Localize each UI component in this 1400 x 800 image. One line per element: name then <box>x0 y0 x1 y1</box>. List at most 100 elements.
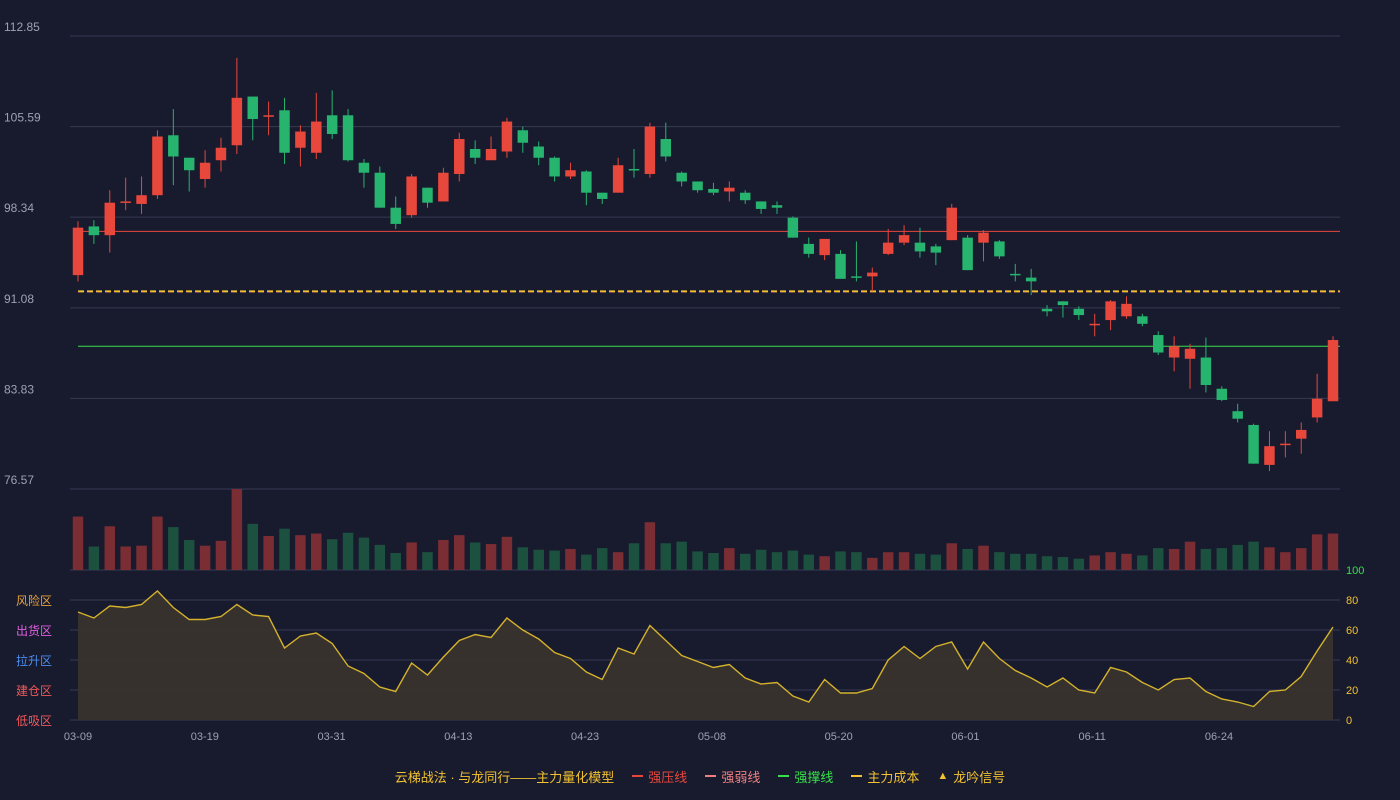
zone-label: 风险区 <box>16 593 52 608</box>
volume-bar <box>1311 534 1323 570</box>
date-tick-label: 04-13 <box>444 731 472 743</box>
candle-body <box>422 187 433 203</box>
candle-body <box>469 149 481 158</box>
volume-bar <box>898 552 910 570</box>
candle-body <box>501 121 513 152</box>
volume-bar <box>1248 541 1259 570</box>
candle-body <box>898 235 910 243</box>
candle-body <box>168 135 179 157</box>
volume-bar <box>1232 544 1243 570</box>
chart-stage: 112.85 105.59 98.34 91.08 83.83 76.57 风险区 出货区 拉升… <box>0 0 1400 800</box>
candle-body <box>1025 277 1037 282</box>
candle-body <box>1216 388 1228 400</box>
candle-body <box>771 205 783 208</box>
candle-body <box>739 192 751 201</box>
volume-bar <box>628 543 640 570</box>
volume-bar <box>835 551 846 570</box>
candle-body <box>136 195 147 204</box>
volume-bar <box>152 516 163 570</box>
volume-bar <box>231 489 243 570</box>
volume-bar <box>803 554 815 570</box>
candle-body <box>199 162 211 179</box>
candle-body <box>676 172 687 182</box>
volume-bar <box>867 557 878 570</box>
volume-bar <box>295 535 306 570</box>
candle-body <box>644 126 656 174</box>
candle-body <box>104 202 116 236</box>
volume-bar <box>1105 552 1116 570</box>
volume-bar <box>771 552 783 570</box>
candle-body <box>374 172 386 208</box>
volume-bar <box>1295 548 1307 570</box>
volume-bar <box>183 540 195 570</box>
candle-body <box>1248 424 1259 464</box>
candle-body <box>215 147 227 161</box>
candle-body <box>994 241 1005 257</box>
candle-body <box>1232 411 1243 419</box>
date-tick-label: 06-01 <box>951 731 979 743</box>
candle-body <box>581 171 592 193</box>
candle-body <box>485 149 497 161</box>
legend-label-signal: 龙吟信号 <box>953 769 1006 785</box>
volume-bar <box>882 552 894 570</box>
candle-body <box>295 131 306 148</box>
volume-bar <box>215 540 227 570</box>
candle-body <box>930 246 942 253</box>
volume-bar <box>994 552 1005 570</box>
volume-bar <box>962 548 973 570</box>
volume-bar <box>978 545 989 570</box>
legend-mark-resistance <box>632 775 644 777</box>
volume-bar <box>1089 555 1100 570</box>
volume-bar <box>1264 547 1275 570</box>
legend-item-resistance[interactable]: 强压线 <box>632 767 687 786</box>
legend-item-weak[interactable]: 强弱线 <box>705 767 760 786</box>
candle-body <box>231 97 243 146</box>
oscillator-tick-label: 100 <box>1346 565 1364 577</box>
legend-item-signal[interactable]: ▲ 龙吟信号 <box>937 767 1005 786</box>
candle-body <box>851 276 862 278</box>
legend-label-cost: 主力成本 <box>867 769 920 785</box>
oscillator-area <box>78 591 1333 720</box>
candle-body <box>835 253 846 279</box>
legend-item-support[interactable]: 强撑线 <box>778 767 833 786</box>
volume-bar <box>533 549 544 570</box>
candle-body <box>803 243 815 254</box>
legend-label-resistance: 强压线 <box>648 769 688 785</box>
volume-bar <box>406 542 417 570</box>
candle-body <box>724 187 735 192</box>
candle-body <box>978 232 989 243</box>
date-tick-label: 05-20 <box>825 731 853 743</box>
indicator-lines <box>78 230 1340 347</box>
date-tick-label: 03-31 <box>317 731 345 743</box>
volume-bar <box>501 536 513 570</box>
date-tick-label: 06-24 <box>1205 731 1233 743</box>
legend-title-text: 云梯战法 · 与龙同行——主力量化模型 <box>394 769 615 785</box>
volume-bar <box>279 528 290 570</box>
price-tick-label: 91.08 <box>4 292 34 306</box>
volume-bar <box>1057 557 1069 570</box>
candle-body <box>1073 308 1085 316</box>
volume-bars <box>72 489 1339 570</box>
date-tick-label: 03-09 <box>64 731 92 743</box>
legend-mark-support <box>778 775 790 777</box>
candle-body <box>152 136 163 196</box>
volume-bar <box>549 550 560 570</box>
volume-bar <box>247 523 258 570</box>
volume-bar <box>263 535 274 570</box>
legend-item-cost[interactable]: 主力成本 <box>851 767 919 786</box>
price-tick-label: 105.59 <box>4 111 41 125</box>
zone-label: 出货区 <box>16 623 52 638</box>
candle-body <box>1200 357 1212 385</box>
candle-body <box>660 139 672 157</box>
volume-bar <box>660 543 672 570</box>
candle-body <box>708 188 719 193</box>
volume-bar <box>914 553 926 570</box>
candle-body <box>1105 301 1116 321</box>
volume-bar <box>1280 552 1291 570</box>
price-tick-label: 98.34 <box>4 201 34 215</box>
volume-bar <box>390 552 401 570</box>
candle-body <box>311 121 322 153</box>
volume-bar <box>708 552 719 570</box>
volume-bar <box>1010 553 1021 570</box>
volume-bar <box>136 545 147 570</box>
